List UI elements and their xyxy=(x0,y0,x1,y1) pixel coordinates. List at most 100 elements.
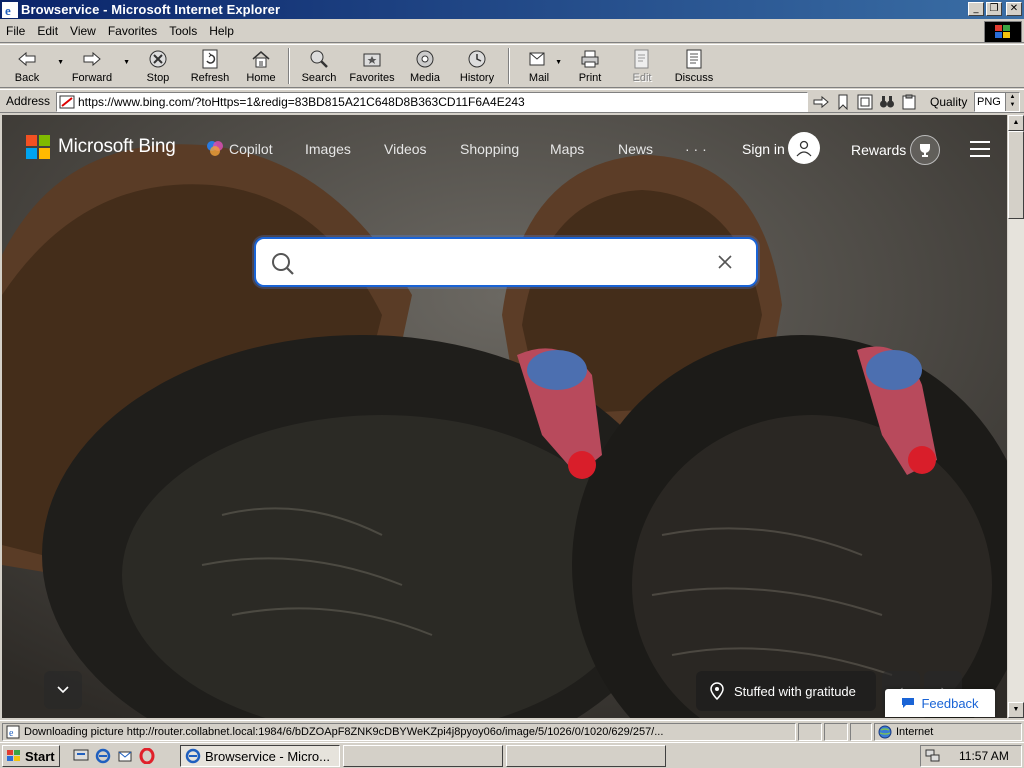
status-pane-blank xyxy=(850,723,872,741)
favorites-folder-icon xyxy=(361,48,383,70)
scroll-up-arrow[interactable]: ▲ xyxy=(1008,115,1024,131)
nav-copilot[interactable]: Copilot xyxy=(229,141,273,157)
forward-button[interactable]: Forward xyxy=(68,45,116,87)
quality-label: Quality xyxy=(930,95,968,109)
binoculars-icon[interactable] xyxy=(878,93,896,111)
address-label: Address xyxy=(6,94,51,108)
nav-images[interactable]: Images xyxy=(305,141,351,157)
taskbar-browservice[interactable]: Browservice - Micro... xyxy=(180,745,340,767)
scrollbar-thumb[interactable] xyxy=(1008,131,1024,219)
back-arrow-icon xyxy=(16,48,38,70)
go-arrow-icon[interactable] xyxy=(812,93,830,111)
menu-file[interactable]: File xyxy=(0,24,31,38)
broken-page-icon xyxy=(59,95,75,109)
svg-text:e: e xyxy=(9,728,14,739)
network-tray-icon[interactable] xyxy=(925,749,941,763)
search-icon xyxy=(272,253,294,275)
menu-bar: File Edit View Favorites Tools Help xyxy=(0,19,1024,43)
bookmark-icon[interactable] xyxy=(834,93,852,111)
nav-maps[interactable]: Maps xyxy=(550,141,584,157)
nav-videos[interactable]: Videos xyxy=(384,141,427,157)
menu-tools[interactable]: Tools xyxy=(163,24,203,38)
history-clock-icon xyxy=(466,48,488,70)
discuss-button[interactable]: Discuss xyxy=(668,45,720,87)
bing-logo[interactable]: Microsoft Bing xyxy=(26,135,176,159)
title-bar[interactable]: e Browservice - Microsoft Internet Explo… xyxy=(0,0,1024,19)
minimize-button[interactable]: _ xyxy=(968,2,984,16)
nav-more[interactable]: · · · xyxy=(685,141,707,157)
rewards-link[interactable]: Rewards xyxy=(851,142,906,158)
refresh-button[interactable]: Refresh xyxy=(182,45,238,87)
forward-arrow-icon xyxy=(81,48,103,70)
clear-search-icon[interactable] xyxy=(716,253,734,271)
start-button[interactable]: Start xyxy=(2,745,60,767)
turkey-background-image xyxy=(2,115,1007,718)
clock[interactable]: 11:57 AM xyxy=(959,749,1009,763)
history-button[interactable]: History xyxy=(450,45,504,87)
sign-in-link[interactable]: Sign in xyxy=(742,141,785,157)
window-title: Browservice - Microsoft Internet Explore… xyxy=(21,2,281,17)
edit-button[interactable]: Edit xyxy=(616,45,668,87)
chevron-down-icon xyxy=(57,686,69,694)
show-desktop-icon[interactable] xyxy=(72,747,90,765)
forward-dropdown[interactable]: ▼ xyxy=(116,45,134,87)
page-viewport[interactable]: Microsoft Bing Copilot Images Videos Sho… xyxy=(2,115,1007,718)
scroll-down-button[interactable] xyxy=(44,671,82,709)
status-message: e Downloading picture http://router.coll… xyxy=(2,723,796,741)
image-caption[interactable]: Stuffed with gratitude xyxy=(696,671,876,711)
refresh-icon xyxy=(199,48,221,70)
user-avatar-icon[interactable] xyxy=(788,132,820,164)
page-loading-icon: e xyxy=(6,725,20,739)
menu-edit[interactable]: Edit xyxy=(31,24,64,38)
media-button[interactable]: Media xyxy=(400,45,450,87)
internet-globe-icon xyxy=(878,725,892,739)
copilot-icon xyxy=(206,139,224,160)
back-button[interactable]: Back xyxy=(4,45,50,87)
status-bar: e Downloading picture http://router.coll… xyxy=(0,720,1024,742)
system-tray: 11:57 AM xyxy=(920,745,1022,767)
menu-hamburger-icon[interactable] xyxy=(970,141,990,157)
quality-select[interactable]: PNG ▲ ▼ xyxy=(974,92,1020,112)
address-url[interactable]: https://www.bing.com/?toHttps=1&redig=83… xyxy=(78,95,525,109)
toolbar-separator xyxy=(288,48,290,84)
status-pane-blank xyxy=(798,723,822,741)
search-button[interactable]: Search xyxy=(294,45,344,87)
menu-help[interactable]: Help xyxy=(203,24,240,38)
favorites-button[interactable]: Favorites xyxy=(344,45,400,87)
quality-spinner[interactable]: ▲ ▼ xyxy=(1005,93,1019,111)
clipboard-icon[interactable] xyxy=(900,93,918,111)
microsoft-logo-icon xyxy=(26,135,50,159)
page-find-icon[interactable] xyxy=(856,93,874,111)
back-dropdown[interactable]: ▼ xyxy=(50,45,68,87)
scroll-down-arrow[interactable]: ▼ xyxy=(1008,702,1024,718)
ie-icon: e xyxy=(2,1,18,18)
ie-task-icon xyxy=(185,748,201,764)
vertical-scrollbar[interactable]: ▲ ▼ xyxy=(1007,115,1024,718)
nav-shopping[interactable]: Shopping xyxy=(460,141,519,157)
home-button[interactable]: Home xyxy=(238,45,284,87)
menu-favorites[interactable]: Favorites xyxy=(102,24,163,38)
stop-icon xyxy=(147,48,169,70)
ie-quicklaunch-icon[interactable] xyxy=(94,747,112,765)
menu-view[interactable]: View xyxy=(64,24,102,38)
discuss-icon xyxy=(683,48,705,70)
stop-button[interactable]: Stop xyxy=(134,45,182,87)
taskbar-empty-slot[interactable] xyxy=(343,745,503,767)
security-zone: Internet xyxy=(874,723,1022,741)
feedback-button[interactable]: Feedback xyxy=(885,689,995,717)
address-field[interactable]: https://www.bing.com/?toHttps=1&redig=83… xyxy=(56,92,808,112)
printer-icon xyxy=(579,48,601,70)
opera-icon[interactable] xyxy=(138,747,156,765)
search-box[interactable] xyxy=(254,237,758,287)
search-input[interactable] xyxy=(306,249,706,275)
feedback-chat-icon xyxy=(902,698,915,708)
taskbar-empty-slot[interactable] xyxy=(506,745,666,767)
outlook-express-icon[interactable] xyxy=(116,747,134,765)
mail-button[interactable]: Mail ▼ xyxy=(514,45,564,87)
address-bar: Address https://www.bing.com/?toHttps=1&… xyxy=(0,89,1024,113)
nav-news[interactable]: News xyxy=(618,141,653,157)
restore-button[interactable]: ❐ xyxy=(986,2,1002,16)
rewards-trophy-icon[interactable] xyxy=(910,135,940,165)
close-button[interactable]: ✕ xyxy=(1006,2,1022,16)
print-button[interactable]: Print xyxy=(564,45,616,87)
